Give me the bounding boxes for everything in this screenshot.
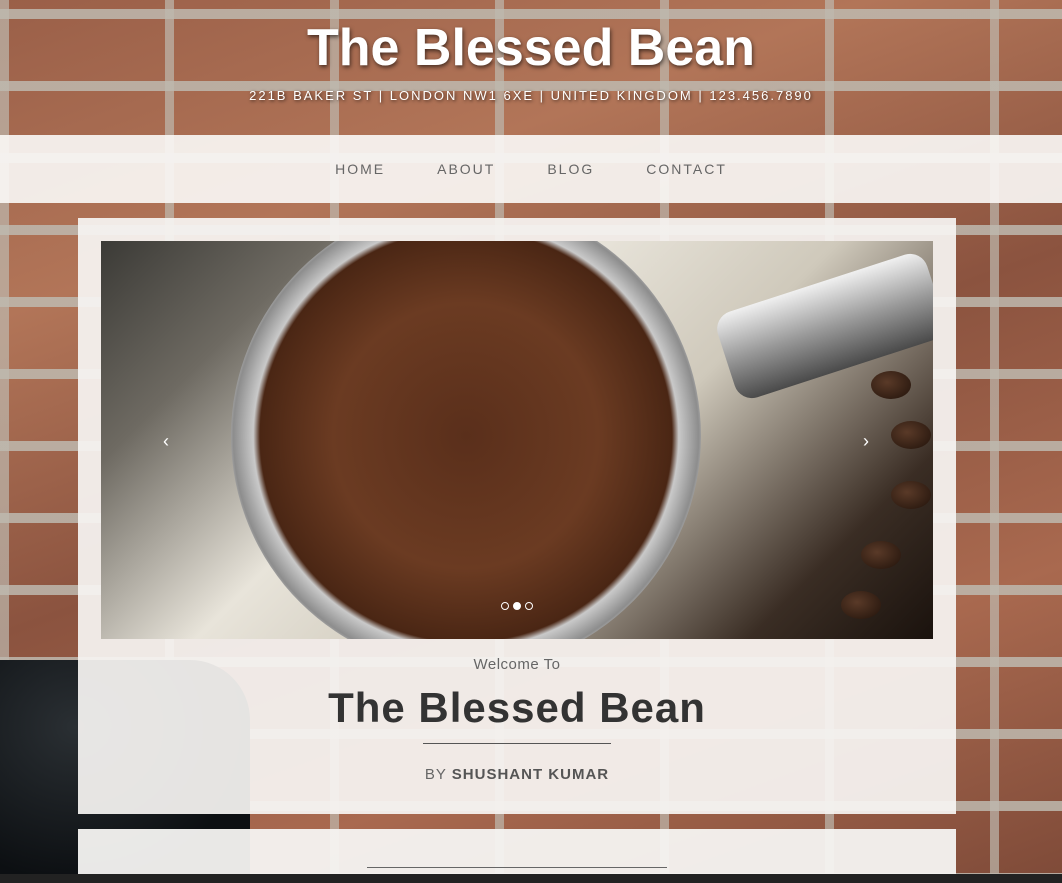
- coffee-bean-image: [891, 421, 931, 449]
- carousel-dot[interactable]: [501, 602, 509, 610]
- byline-prefix: BY: [424, 766, 452, 783]
- carousel-next-icon[interactable]: ›: [863, 431, 869, 452]
- coffee-bean-image: [861, 541, 901, 569]
- welcome-text: Welcome To: [473, 656, 561, 673]
- nav-blog[interactable]: BLOG: [521, 161, 620, 177]
- carousel-indicators: [101, 602, 933, 610]
- image-carousel[interactable]: ‹ ›: [101, 241, 933, 639]
- coffee-bean-image: [891, 481, 931, 509]
- portafilter-image: [231, 241, 701, 639]
- bottom-bar: [0, 874, 1062, 883]
- main-nav: HOME ABOUT BLOG CONTACT: [0, 135, 1062, 203]
- nav-home[interactable]: HOME: [309, 161, 411, 177]
- site-address: 221B BAKER ST | LONDON NW1 6XE | UNITED …: [249, 88, 813, 103]
- nav-contact[interactable]: CONTACT: [620, 161, 753, 177]
- carousel-prev-icon[interactable]: ‹: [163, 431, 169, 452]
- byline: BY SHUSHANT KUMAR: [78, 766, 956, 783]
- site-header: The Blessed Bean 221B BAKER ST | LONDON …: [0, 0, 1062, 135]
- carousel-dot[interactable]: [525, 602, 533, 610]
- nav-about[interactable]: ABOUT: [411, 161, 521, 177]
- divider: [367, 867, 667, 868]
- divider: [423, 743, 611, 744]
- author-name: SHUSHANT KUMAR: [451, 766, 610, 783]
- hero-title: The Blessed Bean: [328, 684, 706, 731]
- coffee-bean-image: [871, 371, 911, 399]
- carousel-dot-active[interactable]: [513, 602, 521, 610]
- site-title[interactable]: The Blessed Bean: [0, 18, 1062, 78]
- intro-box: ‹ › Welcome To The Blessed Bean BY SHUSH…: [78, 218, 956, 814]
